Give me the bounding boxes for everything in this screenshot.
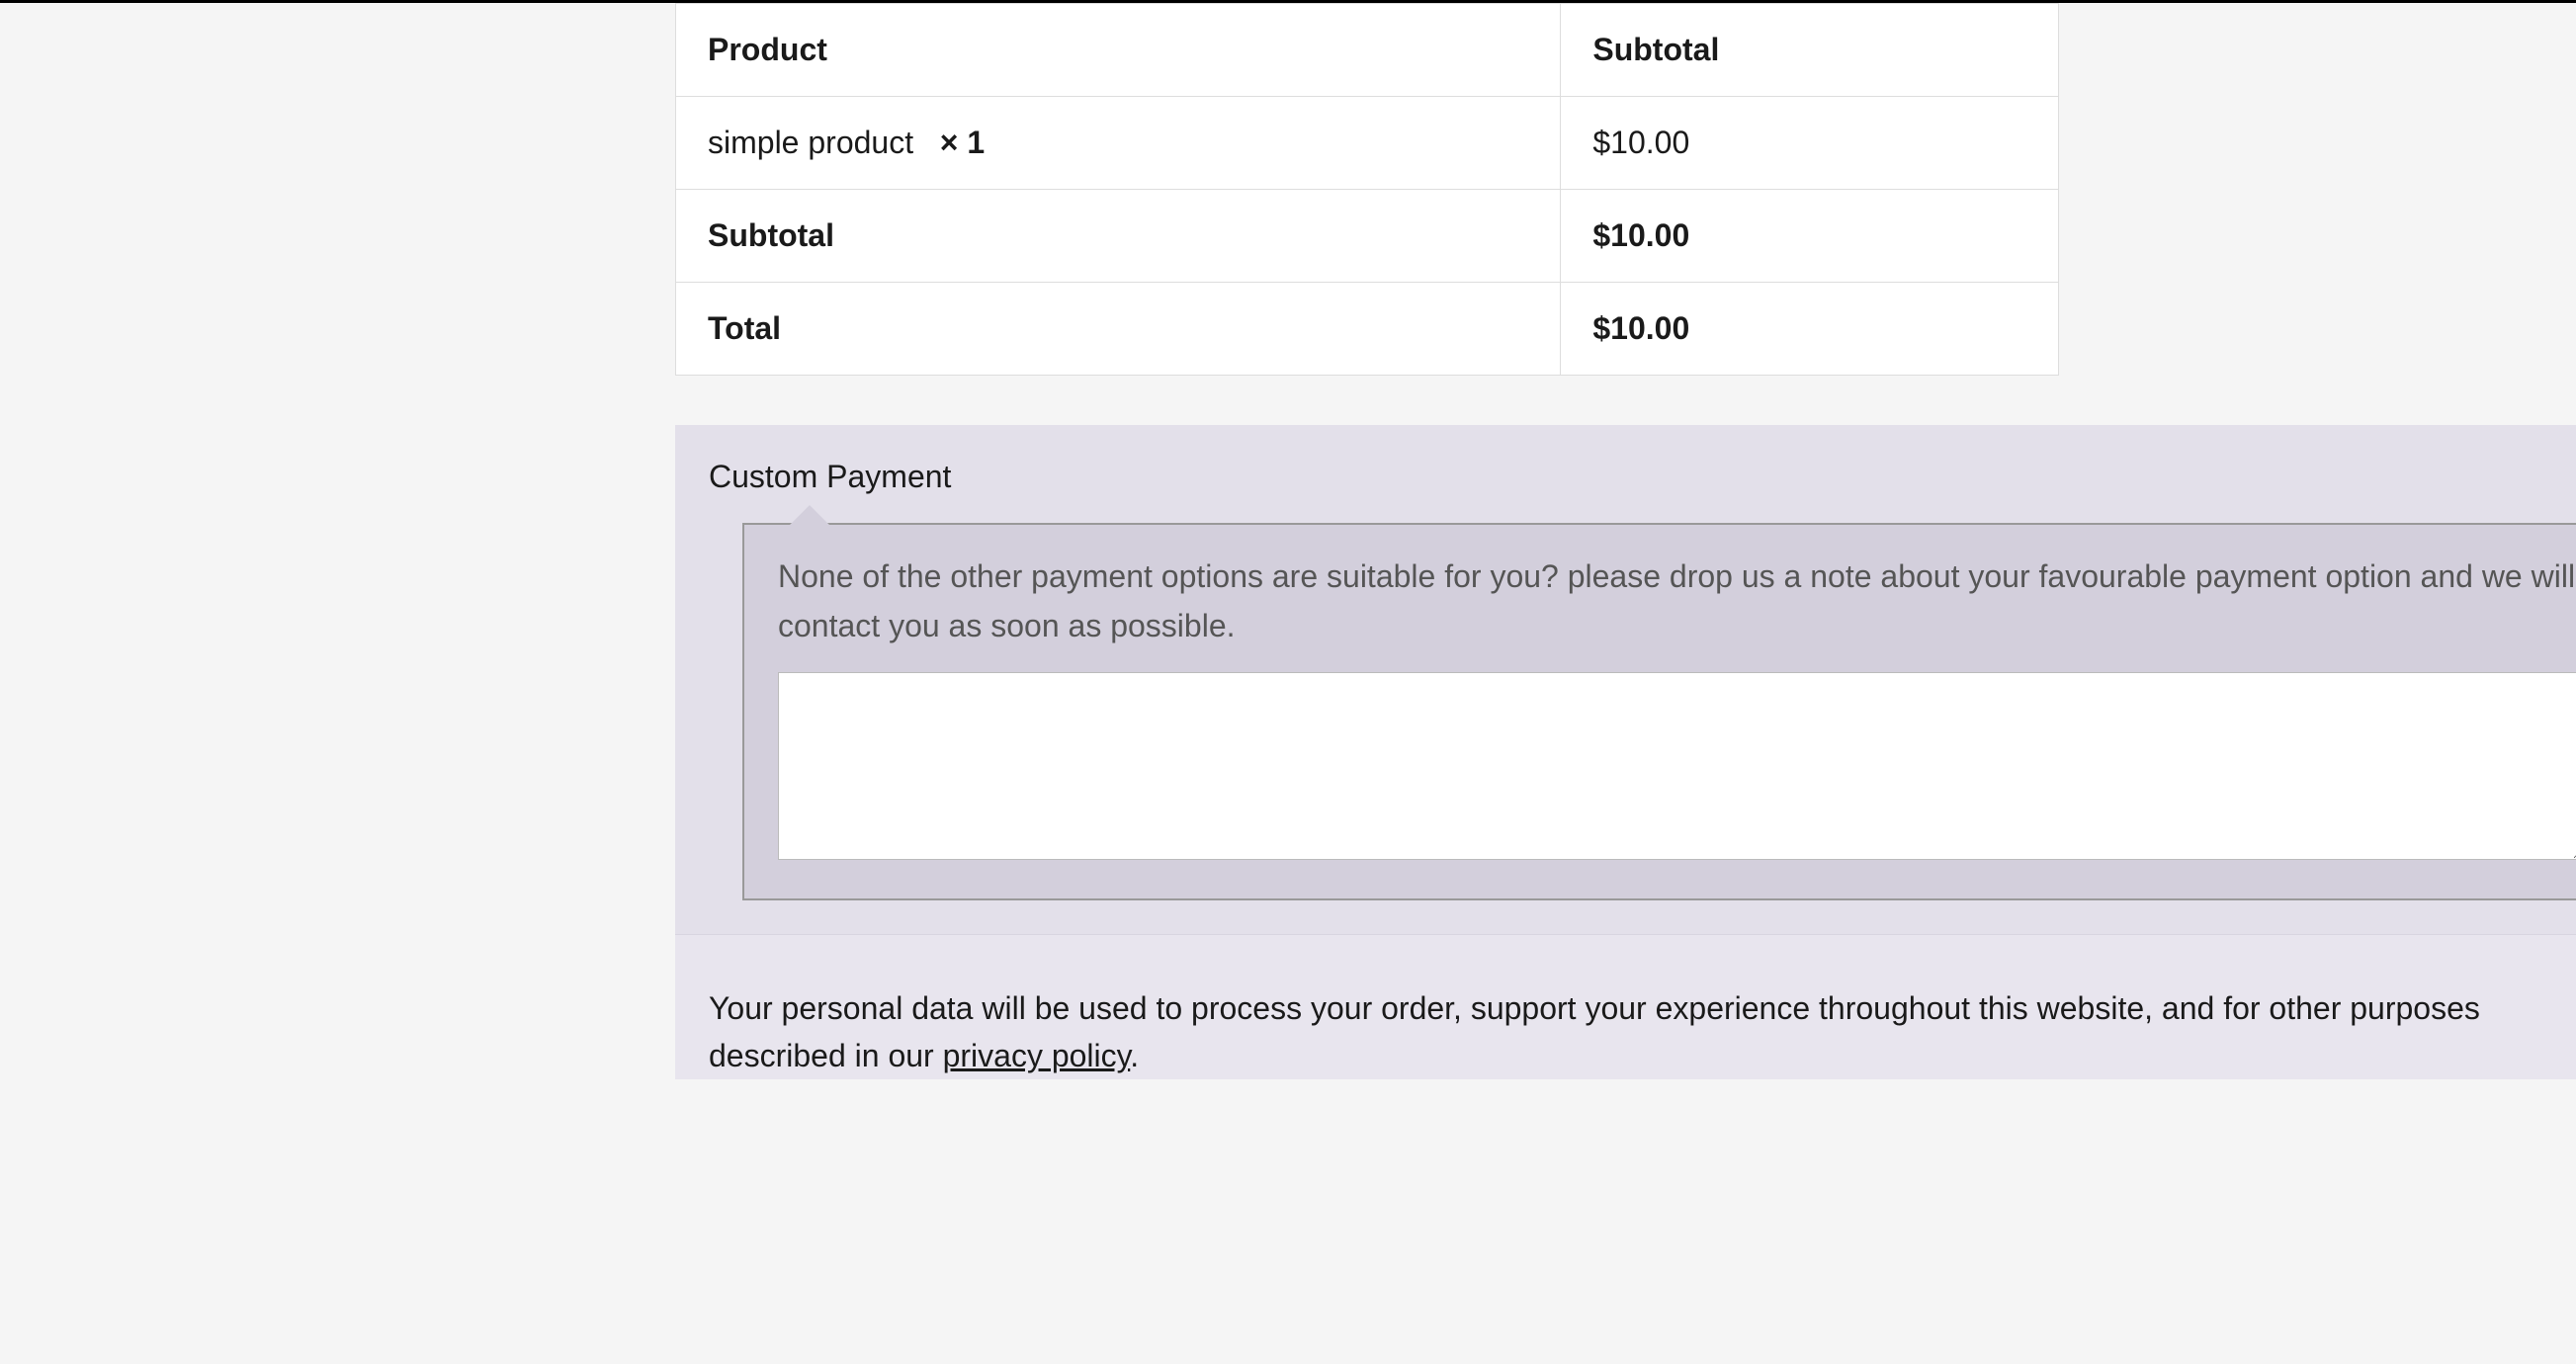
- payment-method-title: Custom Payment: [709, 459, 2576, 495]
- payment-method-box: None of the other payment options are su…: [742, 523, 2576, 900]
- total-value: $10.00: [1561, 283, 2059, 376]
- product-name: simple product: [708, 125, 913, 160]
- payment-description: None of the other payment options are su…: [778, 553, 2576, 650]
- total-row: Total $10.00: [676, 283, 2059, 376]
- order-review-table: Product Subtotal simple product × 1 $10.…: [675, 3, 2059, 376]
- privacy-section: Your personal data will be used to proce…: [675, 934, 2576, 1079]
- payment-note-textarea[interactable]: [778, 672, 2576, 860]
- subtotal-row: Subtotal $10.00: [676, 190, 2059, 283]
- subtotal-header: Subtotal: [1561, 4, 2059, 97]
- subtotal-label: Subtotal: [676, 190, 1561, 283]
- total-label: Total: [676, 283, 1561, 376]
- product-quantity: × 1: [940, 125, 985, 160]
- product-price: $10.00: [1561, 97, 2059, 190]
- subtotal-value: $10.00: [1561, 190, 2059, 283]
- order-item-row: simple product × 1 $10.00: [676, 97, 2059, 190]
- privacy-text-after: .: [1130, 1038, 1139, 1073]
- product-header: Product: [676, 4, 1561, 97]
- privacy-text: Your personal data will be used to proce…: [709, 984, 2576, 1079]
- privacy-policy-link[interactable]: privacy policy: [943, 1038, 1131, 1073]
- payment-method-section: Custom Payment None of the other payment…: [675, 425, 2576, 934]
